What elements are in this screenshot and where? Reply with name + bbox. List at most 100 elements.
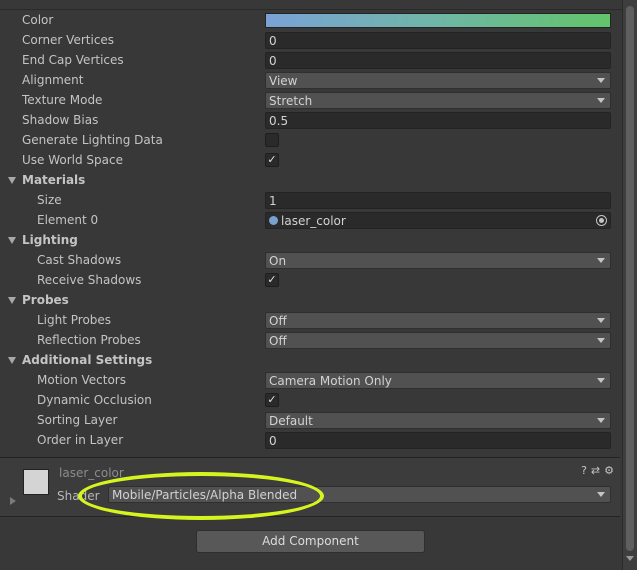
- material-foldout-arrow-icon[interactable]: [10, 497, 16, 505]
- texture-mode-label: Texture Mode: [22, 93, 103, 107]
- texture-mode-dropdown[interactable]: Stretch: [265, 92, 611, 109]
- row-use-world-space: Use World Space ✓: [0, 151, 620, 171]
- checkmark-icon: ✓: [267, 393, 277, 406]
- row-dynamic-occlusion: Dynamic Occlusion ✓: [0, 391, 620, 411]
- materials-size-input[interactable]: 1: [265, 192, 611, 209]
- foldout-arrow-icon[interactable]: [8, 297, 16, 304]
- section-materials[interactable]: Materials: [0, 171, 620, 191]
- dropdown-arrow-icon: [597, 258, 605, 263]
- lighting-title: Lighting: [22, 233, 78, 247]
- dropdown-arrow-icon: [597, 98, 605, 103]
- section-lighting[interactable]: Lighting: [0, 231, 620, 251]
- curve-tick-row: [30, 0, 590, 4]
- motion-vectors-label: Motion Vectors: [37, 373, 126, 387]
- corner-vertices-input[interactable]: 0: [265, 32, 611, 49]
- end-cap-vertices-label: End Cap Vertices: [22, 53, 124, 67]
- color-label: Color: [22, 13, 54, 27]
- dropdown-arrow-icon: [597, 318, 605, 323]
- curve-preview-strip: [0, 0, 622, 10]
- materials-size-value: 1: [269, 194, 277, 208]
- corner-vertices-label: Corner Vertices: [22, 33, 115, 47]
- row-generate-lighting-data: Generate Lighting Data: [0, 131, 620, 151]
- element-0-value: laser_color: [281, 214, 346, 228]
- dropdown-arrow-icon: [597, 78, 605, 83]
- light-probes-value: Off: [269, 314, 287, 328]
- materials-size-label: Size: [37, 193, 62, 207]
- alignment-dropdown[interactable]: View: [265, 72, 611, 89]
- row-cast-shadows: Cast Shadows On: [0, 251, 620, 271]
- foldout-arrow-icon[interactable]: [8, 357, 16, 364]
- row-materials-size: Size 1: [0, 191, 620, 211]
- reflection-probes-value: Off: [269, 334, 287, 348]
- inspector-panel: Color Corner Vertices 0 End Cap Vertices…: [0, 0, 637, 570]
- dropdown-arrow-icon: [597, 338, 605, 343]
- scrollbar-thumb[interactable]: [626, 6, 634, 551]
- alignment-value: View: [269, 74, 298, 88]
- end-cap-vertices-input[interactable]: 0: [265, 52, 611, 69]
- motion-vectors-dropdown[interactable]: Camera Motion Only: [265, 372, 611, 389]
- row-alignment: Alignment View: [0, 71, 620, 91]
- sorting-layer-dropdown[interactable]: Default: [265, 412, 611, 429]
- element-0-object-field[interactable]: laser_color: [265, 212, 611, 229]
- probes-title: Probes: [22, 293, 69, 307]
- light-probes-label: Light Probes: [37, 313, 112, 327]
- material-header-icons: ? ⇄ ⚙: [577, 464, 614, 477]
- receive-shadows-checkbox[interactable]: ✓: [265, 273, 279, 287]
- sorting-layer-value: Default: [269, 414, 313, 428]
- checkmark-icon: ✓: [267, 273, 277, 286]
- scroll-down-arrow-icon[interactable]: [626, 556, 634, 561]
- checkmark-icon: ✓: [267, 153, 277, 166]
- row-order-in-layer: Order in Layer 0: [0, 431, 620, 451]
- light-probes-dropdown[interactable]: Off: [265, 312, 611, 329]
- end-cap-vertices-value: 0: [269, 54, 277, 68]
- object-picker-icon[interactable]: [596, 215, 607, 226]
- help-icon[interactable]: ?: [581, 464, 587, 477]
- generate-lighting-data-checkbox[interactable]: [265, 133, 279, 147]
- shadow-bias-value: 0.5: [269, 114, 289, 128]
- vertical-scrollbar[interactable]: [622, 0, 637, 570]
- row-motion-vectors: Motion Vectors Camera Motion Only: [0, 371, 620, 391]
- row-texture-mode: Texture Mode Stretch: [0, 91, 620, 111]
- texture-mode-value: Stretch: [269, 94, 313, 108]
- material-preview-thumbnail[interactable]: [23, 469, 49, 495]
- reflection-probes-label: Reflection Probes: [37, 333, 141, 347]
- row-reflection-probes: Reflection Probes Off: [0, 331, 620, 351]
- dynamic-occlusion-label: Dynamic Occlusion: [37, 393, 152, 407]
- row-light-probes: Light Probes Off: [0, 311, 620, 331]
- sorting-layer-label: Sorting Layer: [37, 413, 118, 427]
- row-element-0: Element 0 laser_color: [0, 211, 620, 231]
- material-sphere-icon: [269, 216, 278, 225]
- order-in-layer-label: Order in Layer: [37, 433, 124, 447]
- row-shadow-bias: Shadow Bias 0.5: [0, 111, 620, 131]
- use-world-space-label: Use World Space: [22, 153, 124, 167]
- color-gradient-field[interactable]: [265, 13, 611, 28]
- order-in-layer-value: 0: [269, 434, 277, 448]
- order-in-layer-input[interactable]: 0: [265, 432, 611, 449]
- dropdown-arrow-icon: [597, 418, 605, 423]
- corner-vertices-value: 0: [269, 34, 277, 48]
- row-color: Color: [0, 11, 620, 31]
- cast-shadows-label: Cast Shadows: [37, 253, 122, 267]
- use-world-space-checkbox[interactable]: ✓: [265, 153, 279, 167]
- additional-settings-title: Additional Settings: [22, 353, 153, 367]
- shadow-bias-input[interactable]: 0.5: [265, 112, 611, 129]
- highlight-ellipse-annotation: [78, 472, 324, 520]
- alignment-label: Alignment: [22, 73, 84, 87]
- row-receive-shadows: Receive Shadows ✓: [0, 271, 620, 291]
- dropdown-arrow-icon: [597, 378, 605, 383]
- cast-shadows-dropdown[interactable]: On: [265, 252, 611, 269]
- gear-icon[interactable]: ⚙: [604, 464, 614, 477]
- presets-icon[interactable]: ⇄: [591, 464, 600, 477]
- dynamic-occlusion-checkbox[interactable]: ✓: [265, 393, 279, 407]
- row-end-cap-vertices: End Cap Vertices 0: [0, 51, 620, 71]
- cast-shadows-value: On: [269, 254, 287, 268]
- section-probes[interactable]: Probes: [0, 291, 620, 311]
- reflection-probes-dropdown[interactable]: Off: [265, 332, 611, 349]
- foldout-arrow-icon[interactable]: [8, 177, 16, 184]
- section-additional-settings[interactable]: Additional Settings: [0, 351, 620, 371]
- element-0-label: Element 0: [37, 213, 99, 227]
- add-component-button[interactable]: Add Component: [196, 530, 425, 553]
- shadow-bias-label: Shadow Bias: [22, 113, 99, 127]
- motion-vectors-value: Camera Motion Only: [269, 374, 392, 388]
- foldout-arrow-icon[interactable]: [8, 237, 16, 244]
